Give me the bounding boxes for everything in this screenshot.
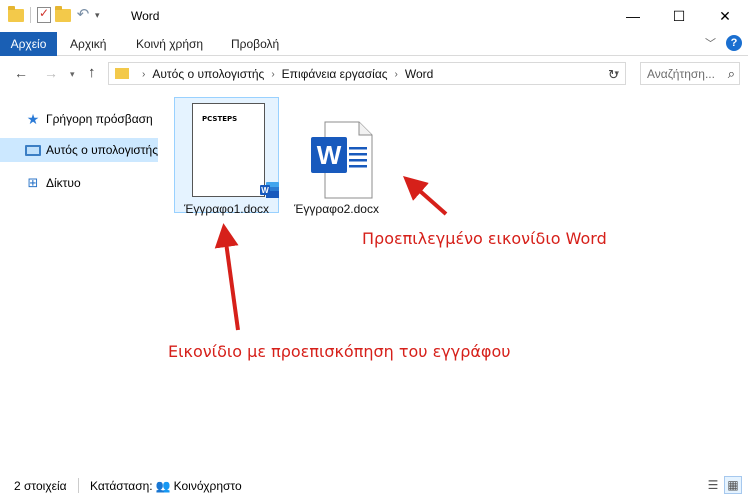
network-icon: ⊞ [27,175,39,190]
tab-view[interactable]: Προβολή [231,32,279,56]
recent-locations-chevron-icon[interactable]: ▾ [70,69,75,80]
large-icons-view-icon[interactable]: ▦ [724,476,742,494]
state-label: Κατάσταση: [90,479,153,493]
address-bar[interactable]: › Αυτός ο υπολογιστής › Επιφάνεια εργασί… [108,62,626,85]
window-title: Word [131,9,160,23]
forward-arrow-icon[interactable]: → [44,65,58,81]
tab-file[interactable]: Αρχείο [0,32,57,56]
expand-ribbon-chevron-icon[interactable]: ﹀ [705,35,716,51]
toolbar-separator [30,7,31,23]
file-name: Έγγραφο1.docx [184,202,269,216]
shared-users-icon: 👥 [155,479,171,493]
search-input[interactable]: Αναζήτηση... ⌕ [640,62,740,85]
quick-access-toolbar: ↶ ▾ [8,5,100,23]
close-button[interactable]: ✕ [702,0,748,32]
properties-icon[interactable] [37,6,51,23]
search-placeholder: Αναζήτηση... [647,67,715,81]
status-separator [78,478,79,493]
sidebar-item-this-pc[interactable]: Αυτός ο υπολογιστής [0,138,158,162]
breadcrumb-separator-icon[interactable]: › [142,69,145,80]
share-state: Κατάσταση: 👥 Κοινόχρηστο [90,479,242,493]
quick-access-star-icon: ★ [26,111,40,127]
word-document-icon: W [311,121,373,199]
breadcrumb-separator-icon[interactable]: › [271,69,274,80]
sidebar-item-label: Δίκτυο [46,176,81,190]
up-arrow-icon[interactable]: ↑ [88,64,96,81]
maximize-button[interactable]: ☐ [656,0,702,32]
file-name: Έγγραφο2.docx [294,202,379,216]
details-view-icon[interactable]: ☰ [704,476,722,494]
breadcrumb-word[interactable]: Word [405,67,433,81]
breadcrumb-separator-icon[interactable]: › [395,69,398,80]
state-value: Κοινόχρηστο [173,479,242,493]
status-bar: 2 στοιχεία Κατάσταση: 👥 Κοινόχρηστο ☰ ▦ [0,473,748,497]
help-icon[interactable]: ? [726,35,742,51]
breadcrumb: › Αυτός ο υπολογιστής › Επιφάνεια εργασί… [135,67,433,81]
sidebar-item-quick-access[interactable]: ★ Γρήγορη πρόσβαση [0,107,158,131]
undo-icon[interactable]: ↶ [75,7,91,23]
annotation-preview-icon: Εικονίδιο με προεπισκόπηση του εγγράφου [168,342,511,361]
tab-share[interactable]: Κοινή χρήση [136,32,203,56]
document-preview-thumbnail: PCSTEPS W [192,103,279,198]
navigation-pane: ★ Γρήγορη πρόσβαση Αυτός ο υπολογιστής ⊞… [0,91,158,467]
file-item-selected[interactable]: PCSTEPS W Έγγραφο1.docx [174,97,279,216]
sidebar-item-label: Γρήγορη πρόσβαση [46,112,153,126]
sidebar-item-network[interactable]: ⊞ Δίκτυο [0,171,158,195]
breadcrumb-desktop[interactable]: Επιφάνεια εργασίας [282,67,388,81]
refresh-icon[interactable]: ↻ [608,67,619,83]
file-list: PCSTEPS W Έγγραφο1.docx W Έγγραφο2.docx [158,91,748,467]
back-arrow-icon[interactable]: ← [14,65,28,81]
navigation-bar: ← → ▾ ↑ › Αυτός ο υπολογιστής › Επιφάνει… [0,57,748,90]
folder-icon[interactable] [8,5,24,22]
thumbnail-text: PCSTEPS [202,115,238,123]
item-count: 2 στοιχεία [14,479,67,493]
tab-home[interactable]: Αρχική [70,32,106,56]
word-badge-icon: W [260,182,279,198]
ribbon-tabs: Αρχείο Αρχική Κοινή χρήση Προβολή ﹀ ? [0,32,748,56]
title-bar: ↶ ▾ Word — ☐ ✕ [0,0,748,32]
new-folder-icon[interactable] [55,5,71,22]
svg-text:W: W [317,140,342,170]
breadcrumb-this-pc[interactable]: Αυτός ο υπολογιστής [152,67,264,81]
computer-icon [25,144,41,156]
folder-icon [115,68,129,79]
svg-text:W: W [261,186,269,195]
minimize-button[interactable]: — [610,0,656,32]
search-icon: ⌕ [727,66,735,81]
customize-toolbar-chevron-icon[interactable]: ▾ [95,10,100,21]
sidebar-item-label: Αυτός ο υπολογιστής [46,143,158,157]
file-item[interactable]: W Έγγραφο2.docx [284,101,389,216]
annotation-default-icon: Προεπιλεγμένο εικονίδιο Word [362,229,607,248]
